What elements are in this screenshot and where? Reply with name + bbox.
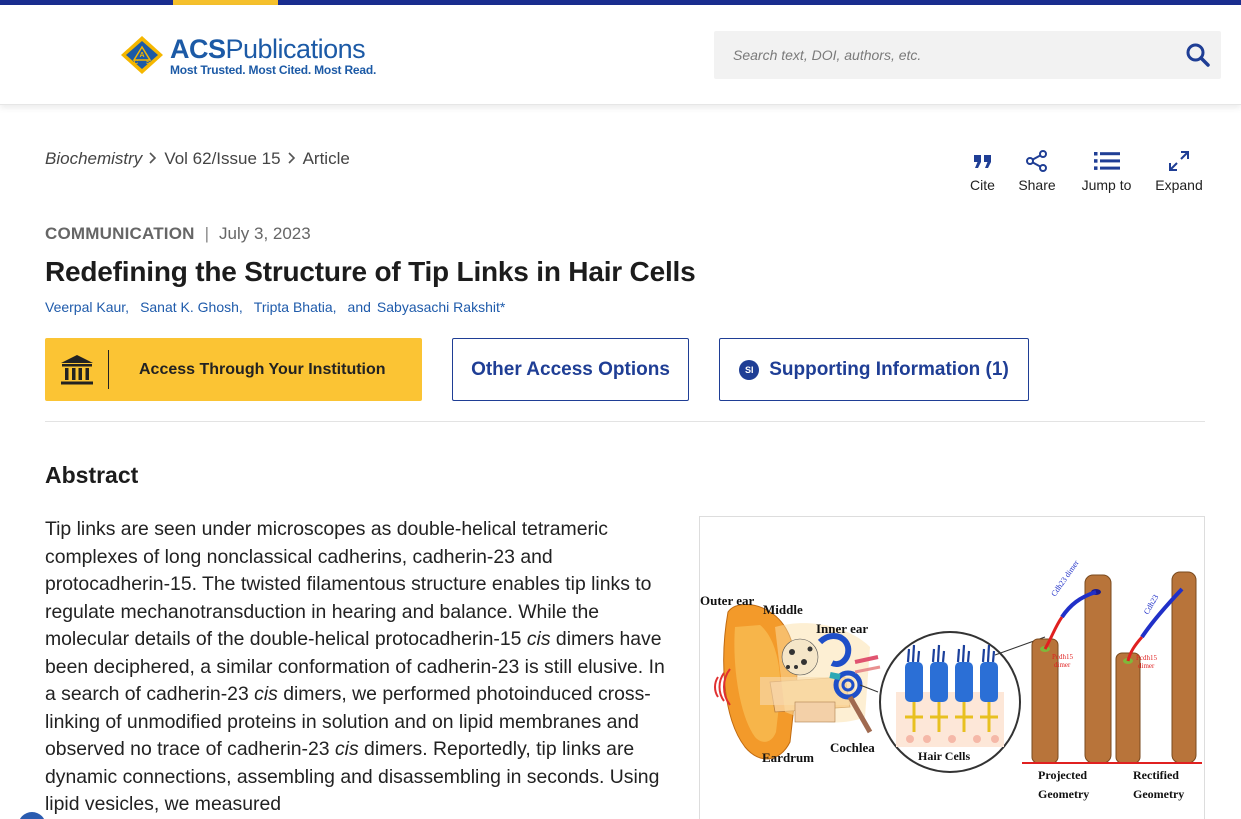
breadcrumb-article: Article xyxy=(302,149,350,168)
abstract-italic: cis xyxy=(334,738,359,760)
author-list: Veerpal Kaur, Sanat K. Ghosh, Tripta Bha… xyxy=(45,299,516,315)
floating-help-button[interactable] xyxy=(18,812,46,819)
article-meta: COMMUNICATION | July 3, 2023 xyxy=(45,224,311,244)
expand-button[interactable]: Expand xyxy=(1149,148,1209,193)
article-date: July 3, 2023 xyxy=(219,224,311,243)
search-input[interactable] xyxy=(714,31,1174,79)
cite-label: Cite xyxy=(970,177,995,193)
share-icon xyxy=(1025,148,1049,174)
ear-illustration: Outer ear Middle Inner ear Eardrum Cochl… xyxy=(700,593,881,765)
toc-figure: Outer ear Middle Inner ear Eardrum Cochl… xyxy=(700,558,1202,801)
figure-label-eardrum: Eardrum xyxy=(762,750,814,765)
article-type: COMMUNICATION xyxy=(45,224,195,243)
share-label: Share xyxy=(1018,177,1056,193)
figure-label-inner-ear: Inner ear xyxy=(816,621,868,636)
svg-text:C: C xyxy=(134,60,139,66)
figure-label-pcdh15: Pcdh15 xyxy=(1136,654,1158,662)
figure-label-rectified: Rectified xyxy=(1133,768,1179,782)
chevron-right-icon xyxy=(142,151,164,168)
list-icon xyxy=(1093,148,1121,174)
expand-label: Expand xyxy=(1155,177,1203,193)
breadcrumb-issue[interactable]: Vol 62/Issue 15 xyxy=(164,149,280,169)
access-button-divider xyxy=(108,350,109,389)
logo-name: ACSPublications xyxy=(170,35,376,63)
article-title: Redefining the Structure of Tip Links in… xyxy=(45,256,696,287)
abstract-heading: Abstract xyxy=(45,462,139,488)
figure-label-projected: Projected xyxy=(1038,768,1087,782)
author-link[interactable]: Sanat K. Ghosh, xyxy=(140,299,243,315)
figure-label-hair-cells: Hair Cells xyxy=(918,749,970,763)
access-institution-button[interactable]: Access Through Your Institution xyxy=(45,338,422,401)
toc-graphic[interactable]: Outer ear Middle Inner ear Eardrum Cochl… xyxy=(699,516,1205,819)
rectified-geometry-illustration: Cdh23 Pcdh15 dimer Rectified Geometry xyxy=(1110,571,1202,801)
section-divider xyxy=(45,421,1205,422)
other-access-button[interactable]: Other Access Options xyxy=(452,338,689,401)
abstract-text: Tip links are seen under microscopes as … xyxy=(45,516,670,819)
figure-label-cdh23: Cdh23 xyxy=(1142,593,1160,616)
abstract-italic: cis xyxy=(254,683,278,705)
si-icon: SI xyxy=(739,359,760,380)
figure-label-cochlea: Cochlea xyxy=(830,740,875,755)
cite-button[interactable]: Cite xyxy=(960,148,1005,193)
jump-to-label: Jump to xyxy=(1081,177,1132,193)
acs-logo[interactable]: A C S ACSPublications Most Trusted. Most… xyxy=(119,33,376,79)
figure-label-rectified-geometry: Geometry xyxy=(1133,787,1184,801)
chevron-right-icon xyxy=(281,151,303,168)
author-link[interactable]: Sabyasachi Rakshit* xyxy=(377,299,505,315)
logo-name-rest: Publications xyxy=(225,34,366,64)
institution-icon xyxy=(45,338,108,401)
breadcrumb-journal[interactable]: Biochemistry xyxy=(45,149,142,169)
search-box xyxy=(714,31,1221,79)
figure-label-cdh23-dimer: Cdh23 dimer xyxy=(1049,558,1081,598)
acs-logo-icon: A C S xyxy=(121,36,163,74)
figure-label-outer-ear: Outer ear xyxy=(700,593,754,608)
site-header: A C S ACSPublications Most Trusted. Most… xyxy=(0,5,1241,105)
jump-to-button[interactable]: Jump to xyxy=(1070,148,1143,193)
author-and: and xyxy=(347,299,371,315)
supporting-info-label: Supporting Information (1) xyxy=(769,358,1009,380)
logo-tagline: Most Trusted. Most Cited. Most Read. xyxy=(170,63,377,77)
expand-icon xyxy=(1168,148,1190,174)
figure-label-pcdh15-dimer: dimer xyxy=(1054,661,1071,669)
logo-name-bold: ACS xyxy=(170,34,226,64)
meta-divider: | xyxy=(204,224,210,243)
access-institution-label: Access Through Your Institution xyxy=(139,360,386,378)
svg-text:A: A xyxy=(139,52,144,59)
figure-label-middle: Middle xyxy=(763,602,803,617)
figure-label-pcdh15: Pcdh15 xyxy=(1052,653,1074,661)
supporting-info-button[interactable]: SI Supporting Information (1) xyxy=(719,338,1029,401)
other-access-label: Other Access Options xyxy=(471,358,670,380)
share-button[interactable]: Share xyxy=(1007,148,1067,193)
author-link[interactable]: Tripta Bhatia, xyxy=(254,299,337,315)
article-actions: Cite Share Jump to Expand xyxy=(960,148,1209,193)
quote-icon xyxy=(973,148,993,174)
hair-cells-illustration: Hair Cells xyxy=(859,631,1046,773)
search-icon[interactable] xyxy=(1185,42,1211,68)
figure-label-projected-geometry: Geometry xyxy=(1038,787,1089,801)
author-link[interactable]: Veerpal Kaur, xyxy=(45,299,129,315)
abstract-italic: cis xyxy=(526,628,551,650)
figure-label-pcdh15-dimer: dimer xyxy=(1138,662,1155,670)
projected-geometry-illustration: Cdh23 dimer Pcdh15 dimer Projected Geome… xyxy=(1022,558,1120,801)
breadcrumb: Biochemistry Vol 62/Issue 15 Article xyxy=(45,149,350,169)
svg-text:S: S xyxy=(146,60,150,66)
